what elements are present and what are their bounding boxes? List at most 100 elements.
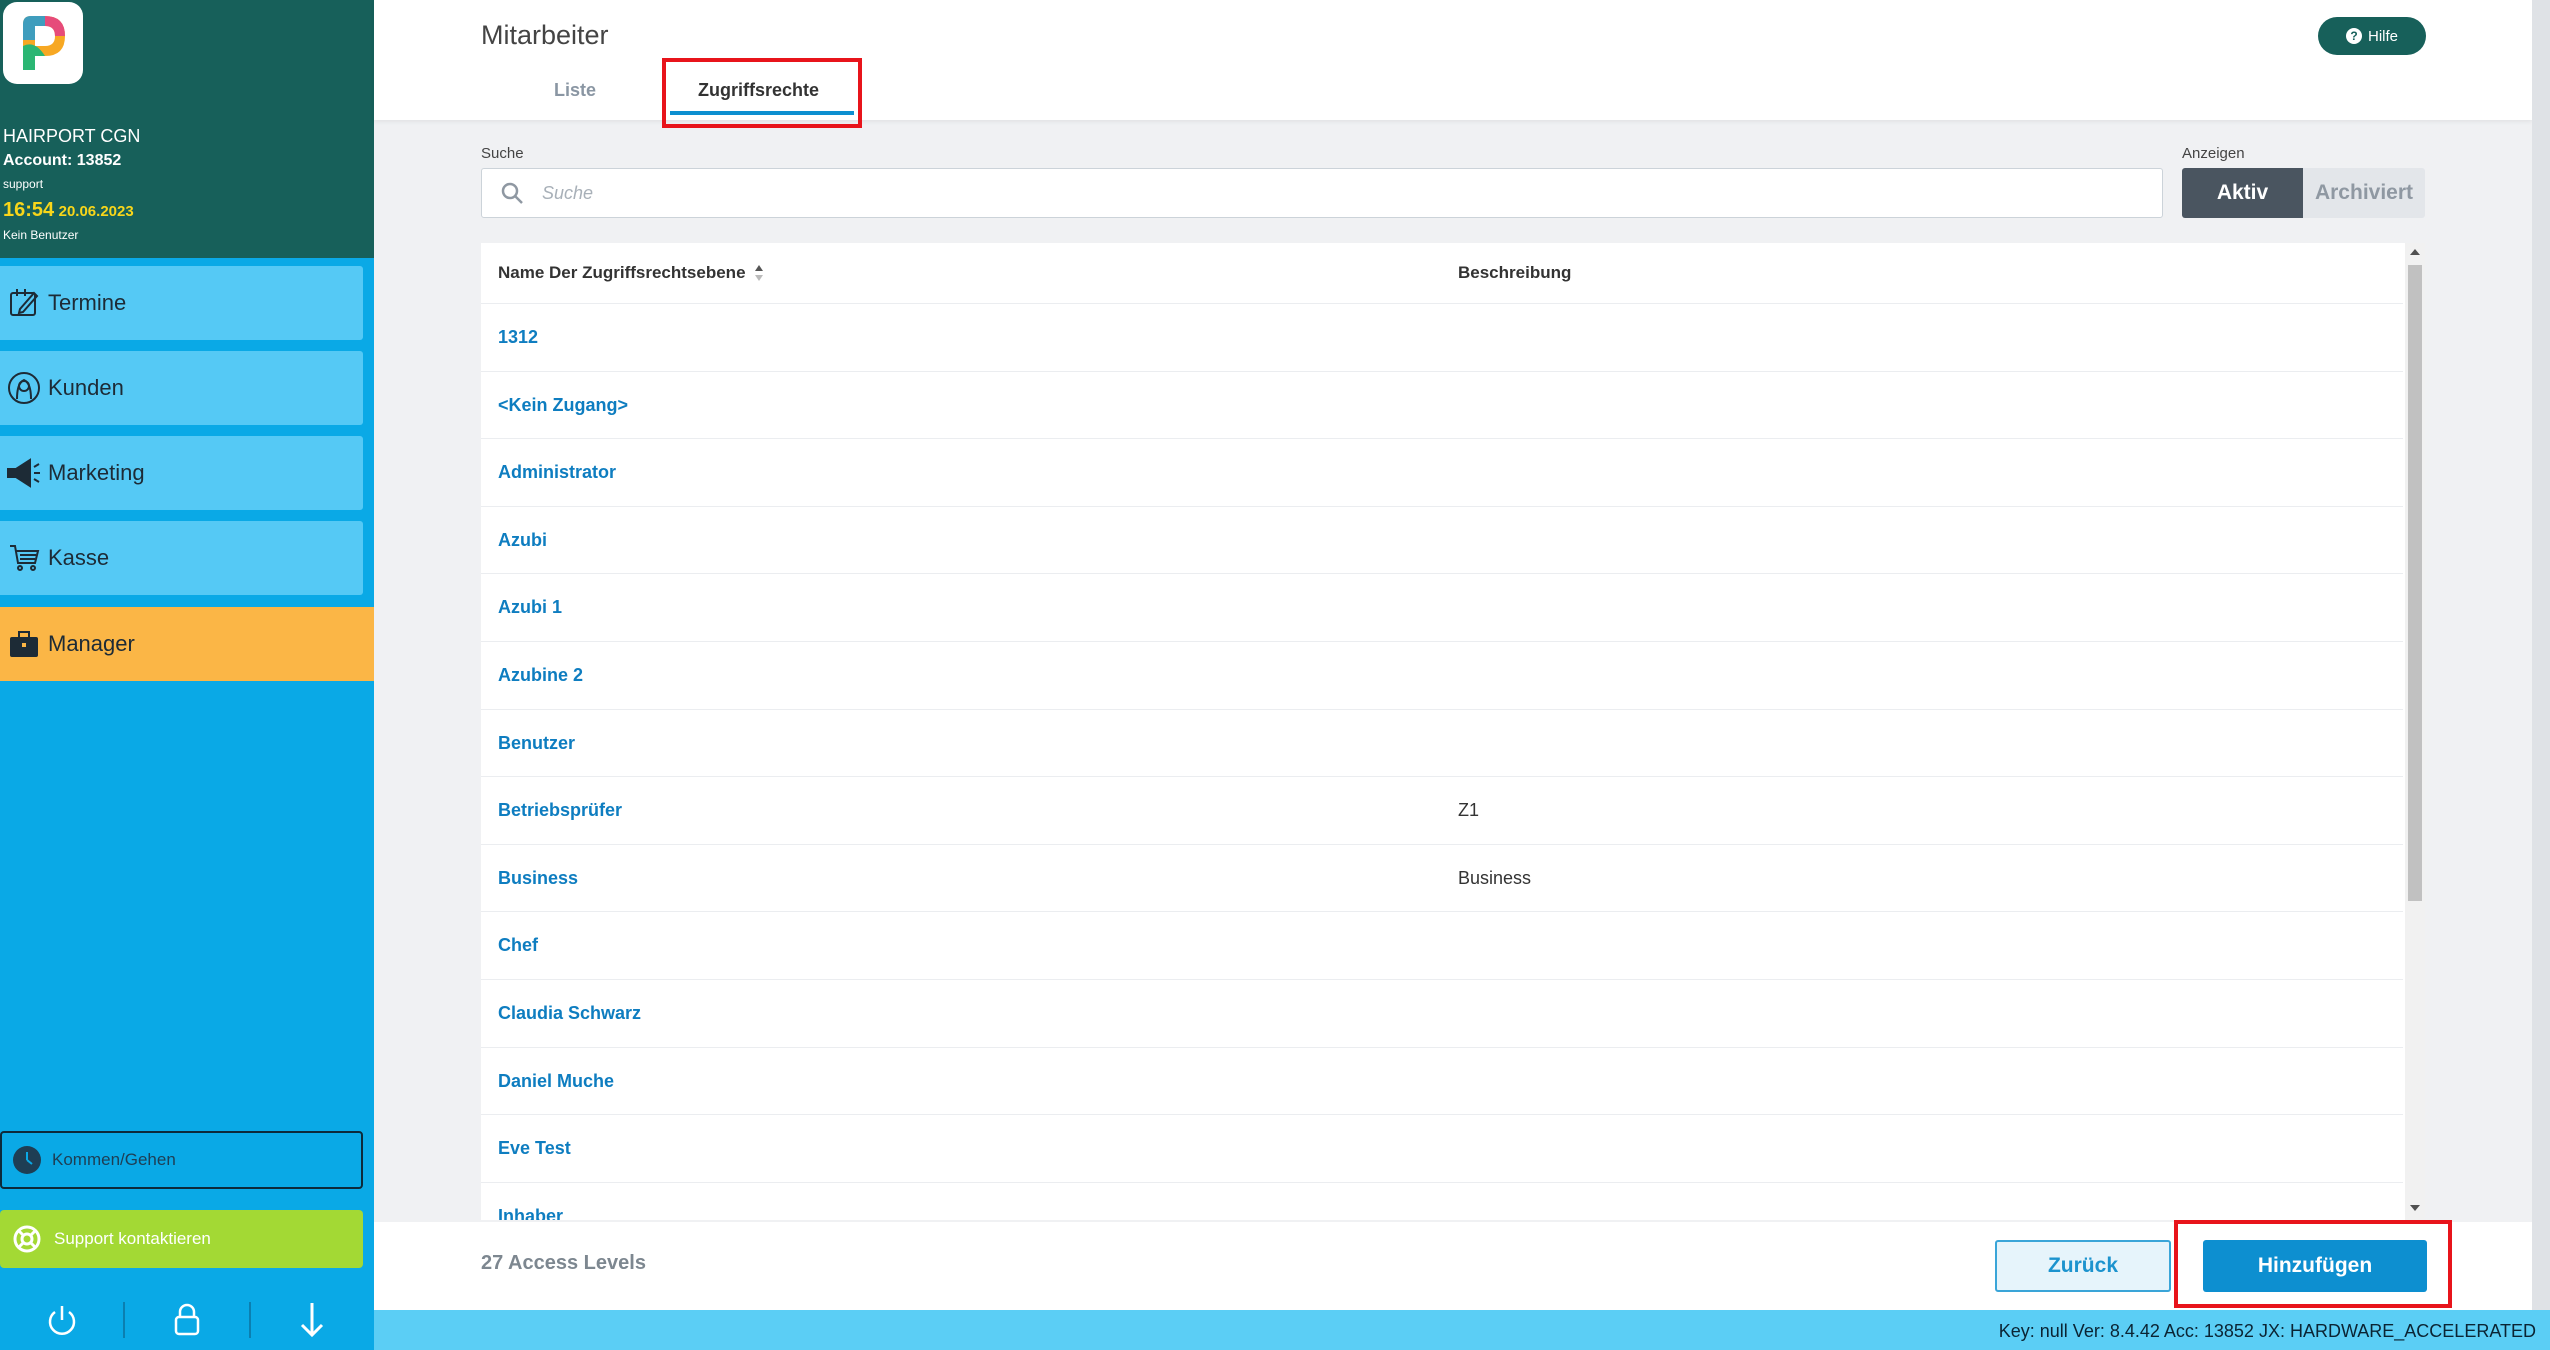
support-button[interactable]: Support kontaktieren bbox=[0, 1210, 363, 1268]
access-level-name[interactable]: <Kein Zugang> bbox=[498, 372, 628, 439]
question-icon: ? bbox=[2345, 28, 2362, 44]
nav-item-kunden[interactable]: Kunden bbox=[0, 351, 363, 425]
column-header-name-label: Name Der Zugriffsrechtsebene bbox=[498, 263, 746, 282]
account-number: Account: 13852 bbox=[3, 152, 122, 169]
access-level-name[interactable]: Azubine 2 bbox=[498, 642, 583, 709]
action-footer: 27 Access Levels Zurück Hinzufügen bbox=[374, 1220, 2532, 1310]
table-row[interactable]: 1312 bbox=[481, 303, 2403, 371]
support-label: Support kontaktieren bbox=[54, 1229, 211, 1248]
table-row[interactable]: Azubi bbox=[481, 505, 2403, 574]
kommen-gehen-button[interactable]: Kommen/Gehen bbox=[0, 1131, 363, 1189]
page-title: Mitarbeiter bbox=[481, 20, 609, 50]
power-button[interactable] bbox=[0, 1300, 123, 1340]
cart-icon bbox=[0, 543, 48, 573]
clock-icon bbox=[2, 1144, 52, 1176]
app-logo bbox=[3, 2, 83, 84]
search-label: Suche bbox=[481, 145, 524, 162]
download-button[interactable] bbox=[251, 1300, 374, 1340]
access-level-description: Z1 bbox=[1458, 800, 1480, 821]
access-level-name[interactable]: Chef bbox=[498, 912, 538, 979]
column-header-name[interactable]: Name Der Zugriffsrechtsebene bbox=[498, 243, 764, 303]
table-row[interactable]: Benutzer bbox=[481, 708, 2403, 777]
scrollbar-thumb[interactable] bbox=[2408, 265, 2422, 901]
table-row[interactable]: Claudia Schwarz bbox=[481, 978, 2403, 1047]
access-level-name[interactable]: Inhaber bbox=[498, 1183, 563, 1220]
table-row[interactable]: Eve Test bbox=[481, 1114, 2403, 1182]
lock-button[interactable] bbox=[125, 1300, 248, 1340]
window-edge bbox=[2532, 0, 2550, 1310]
customer-icon bbox=[0, 371, 48, 405]
sort-icon[interactable] bbox=[754, 264, 764, 282]
access-level-name[interactable]: Azubi bbox=[498, 507, 547, 574]
kommen-gehen-label: Kommen/Gehen bbox=[52, 1150, 176, 1169]
filter-archiviert-button[interactable]: Archiviert bbox=[2303, 168, 2425, 218]
calendar-icon bbox=[0, 287, 48, 319]
main-panel: Mitarbeiter ? Hilfe Liste Zugriffsrechte… bbox=[374, 0, 2532, 1310]
clock: 16:54 20.06.2023 bbox=[3, 199, 134, 222]
access-level-name[interactable]: Daniel Muche bbox=[498, 1048, 614, 1115]
scroll-up-icon[interactable] bbox=[2410, 249, 2420, 255]
scroll-down-icon[interactable] bbox=[2410, 1205, 2420, 1211]
nav-label-kunden: Kunden bbox=[48, 375, 124, 400]
access-level-name[interactable]: Betriebsprüfer bbox=[498, 777, 622, 844]
help-button[interactable]: ? Hilfe bbox=[2318, 17, 2426, 55]
table-row[interactable]: Daniel Muche bbox=[481, 1046, 2403, 1115]
access-level-name[interactable]: Claudia Schwarz bbox=[498, 980, 641, 1047]
table-row[interactable]: Administrator bbox=[481, 438, 2403, 506]
table-row[interactable]: Inhaber bbox=[481, 1181, 2403, 1220]
access-level-count: 27 Access Levels bbox=[481, 1252, 646, 1274]
filter-aktiv-button[interactable]: Aktiv bbox=[2182, 168, 2303, 218]
nav-item-kasse[interactable]: Kasse bbox=[0, 521, 363, 595]
no-user-label: Kein Benutzer bbox=[3, 228, 79, 242]
clock-time: 16:54 bbox=[3, 199, 55, 221]
status-text: Key: null Ver: 8.4.42 Acc: 13852 JX: HAR… bbox=[1998, 1321, 2536, 1341]
lifebuoy-icon bbox=[0, 1223, 54, 1255]
search-icon bbox=[482, 181, 542, 205]
help-label: Hilfe bbox=[2367, 27, 2398, 45]
status-bar: Key: null Ver: 8.4.42 Acc: 13852 JX: HAR… bbox=[374, 1310, 2550, 1350]
power-icon bbox=[48, 1306, 75, 1335]
access-levels-table: Name Der Zugriffsrechtsebene Beschreibun… bbox=[481, 243, 2425, 1220]
table-row[interactable]: Betriebsprüfer Z1 bbox=[481, 776, 2403, 844]
access-level-name[interactable]: Benutzer bbox=[498, 710, 575, 777]
sidebar: HAIRPORT CGN Account: 13852 support 16:5… bbox=[0, 0, 374, 1350]
table-row[interactable]: Azubi 1 bbox=[481, 573, 2403, 641]
column-header-description: Beschreibung bbox=[1458, 263, 1572, 282]
nav-label-manager: Manager bbox=[48, 631, 135, 656]
back-button[interactable]: Zurück bbox=[1995, 1240, 2171, 1292]
search-input[interactable] bbox=[542, 182, 2122, 204]
table-body: 1312 <Kein Zugang> Administrator Azubi A… bbox=[481, 303, 2403, 1220]
nav-label-kasse: Kasse bbox=[48, 545, 110, 570]
nav-item-manager[interactable]: Manager bbox=[0, 607, 374, 681]
sidebar-header: HAIRPORT CGN Account: 13852 support 16:5… bbox=[0, 0, 374, 258]
filter-label: Anzeigen bbox=[2182, 145, 2245, 162]
sidebar-footer bbox=[0, 1290, 374, 1350]
table-row[interactable]: Chef bbox=[481, 911, 2403, 979]
nav-label-termine: Termine bbox=[48, 290, 127, 315]
tab-liste[interactable]: Liste bbox=[554, 80, 596, 101]
access-level-name[interactable]: 1312 bbox=[498, 304, 538, 371]
salon-name: HAIRPORT CGN bbox=[3, 126, 141, 146]
arrow-down-icon bbox=[301, 1303, 324, 1338]
access-level-name[interactable]: Business bbox=[498, 845, 578, 912]
nav-label-marketing: Marketing bbox=[48, 460, 145, 485]
access-level-name[interactable]: Azubi 1 bbox=[498, 574, 562, 641]
briefcase-icon bbox=[0, 629, 48, 659]
nav-item-marketing[interactable]: Marketing bbox=[0, 436, 363, 510]
table-row[interactable]: Business Business bbox=[481, 843, 2403, 912]
nav-item-termine[interactable]: Termine bbox=[0, 266, 363, 340]
access-level-name[interactable]: Administrator bbox=[498, 439, 616, 506]
lock-icon bbox=[174, 1303, 200, 1336]
table-row[interactable]: <Kein Zugang> bbox=[481, 370, 2403, 439]
highlight-box-tab bbox=[662, 58, 862, 128]
access-level-name[interactable]: Eve Test bbox=[498, 1115, 571, 1182]
current-user: support bbox=[3, 177, 44, 191]
search-box bbox=[481, 168, 2163, 218]
megaphone-icon bbox=[0, 457, 48, 489]
table-scrollbar[interactable] bbox=[2405, 243, 2425, 1220]
table-row[interactable]: Azubine 2 bbox=[481, 640, 2403, 709]
access-level-description: Business bbox=[1458, 867, 1532, 888]
clock-date: 20.06.2023 bbox=[58, 203, 134, 220]
top-bar: Mitarbeiter ? Hilfe Liste Zugriffsrechte bbox=[374, 0, 2532, 128]
highlight-box-add bbox=[2174, 1220, 2452, 1308]
